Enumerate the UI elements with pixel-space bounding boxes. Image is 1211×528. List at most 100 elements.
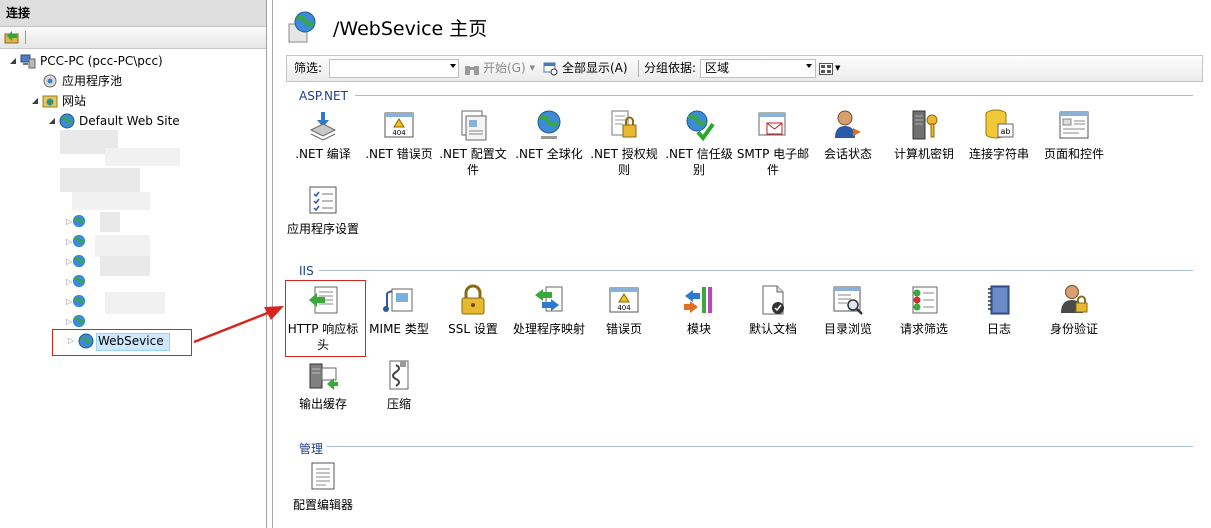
globe-icon [73, 214, 86, 227]
feature-smtp-email[interactable]: SMTP 电子邮件 [735, 108, 811, 178]
filter-dropdown-icon[interactable] [450, 64, 456, 68]
machine-key-icon [912, 110, 938, 140]
feature-net-trust-levels[interactable]: .NET 信任级别 [661, 108, 737, 178]
view-dropdown-icon[interactable]: ▼ [835, 56, 840, 81]
group-by-dropdown-icon[interactable] [806, 64, 812, 68]
feature-directory-browsing[interactable]: 目录浏览 [810, 283, 886, 337]
feature-net-profile[interactable]: .NET 配置文件 [435, 108, 511, 178]
binoculars-icon [465, 65, 479, 75]
feature-net-globalization[interactable]: .NET 全球化 [511, 108, 587, 162]
tree-node-app-pools[interactable]: 应用程序池 [42, 71, 122, 91]
feature-logging[interactable]: 日志 [961, 283, 1037, 337]
feature-connection-strings[interactable]: ab 连接字符串 [961, 108, 1037, 162]
go-button[interactable]: 开始(G) ▼ [464, 56, 535, 81]
output-caching-icon [309, 363, 338, 390]
group-title-aspnet: ASP.NET [299, 89, 348, 103]
tree-node-server[interactable]: ◢ PCC-PC (pcc-PC\pcc) [8, 51, 163, 71]
app-pool-icon [43, 74, 57, 88]
feature-error-pages[interactable]: 404 错误页 [586, 283, 662, 337]
svg-text:ab: ab [1001, 127, 1011, 136]
obscured-area [100, 212, 120, 232]
modules-icon [684, 287, 712, 313]
go-dropdown-icon[interactable]: ▼ [530, 56, 535, 81]
obscured-area [100, 256, 150, 276]
feature-net-authorization[interactable]: .NET 授权规则 [586, 108, 662, 178]
configuration-editor-icon [311, 462, 335, 490]
obscured-area [105, 292, 165, 314]
feature-app-settings[interactable]: 应用程序设置 [285, 183, 361, 237]
pages-controls-icon [1059, 111, 1089, 139]
feature-net-compilation[interactable]: .NET 编译 [285, 108, 361, 162]
sites-folder-icon [42, 95, 58, 108]
show-all-label: 全部显示(A) [562, 61, 628, 75]
filter-input[interactable] [329, 59, 459, 78]
feature-pages-controls[interactable]: 页面和控件 [1036, 108, 1112, 162]
filter-label: 筛选: [294, 61, 323, 75]
obscured-node[interactable]: ▷ [66, 313, 86, 328]
group-divider [319, 270, 1193, 271]
show-all-button[interactable]: 全部显示(A) [543, 56, 628, 81]
default-document-icon [762, 285, 784, 315]
expand-arrow-icon[interactable]: ◢ [8, 51, 18, 71]
connect-icon[interactable] [4, 30, 20, 47]
group-divider [327, 446, 1193, 447]
globe-icon [59, 113, 75, 129]
session-state-icon [835, 110, 861, 138]
feature-compression[interactable]: 压缩 [361, 358, 437, 412]
feature-handler-mappings[interactable]: 处理程序映射 [511, 283, 587, 337]
group-title-management: 管理 [299, 442, 324, 456]
obscured-area [60, 168, 140, 192]
expand-arrow-icon[interactable]: ◢ [47, 111, 57, 131]
filter-bar: 筛选: 开始(G) ▼ 全部显示(A) 分组依据: 区域 ▼ [286, 55, 1203, 82]
tree-label-default-site: Default Web Site [79, 114, 180, 128]
filter-separator [638, 60, 639, 77]
net-compilation-icon [309, 112, 337, 141]
feature-machine-key[interactable]: 计算机密钥 [886, 108, 962, 162]
globe-icon [73, 234, 86, 247]
feature-configuration-editor[interactable]: 配置编辑器 [285, 459, 361, 513]
group-by-label: 分组依据: [644, 61, 697, 75]
group-by-value: 区域 [705, 61, 730, 75]
obscured-node[interactable]: ▷ [66, 253, 86, 268]
feature-ssl-settings[interactable]: SSL 设置 [435, 283, 511, 337]
connections-pane: 连接 ◢ PCC-PC (pcc-PC\pcc) 应用程序池 ◢ 网站 ◢ De… [0, 0, 267, 528]
show-all-icon [543, 62, 558, 75]
feature-mime-types[interactable]: MIME 类型 [361, 283, 437, 337]
app-settings-icon [309, 186, 337, 214]
feature-request-filtering[interactable]: 请求筛选 [886, 283, 962, 337]
obscured-node[interactable]: ▷ [66, 213, 86, 228]
annotation-box-websevice [52, 329, 192, 356]
view-toggle-button[interactable]: ▼ [819, 56, 840, 81]
expand-arrow-icon[interactable]: ◢ [30, 91, 40, 111]
feature-authentication[interactable]: 身份验证 [1036, 283, 1112, 337]
tree-node-sites[interactable]: ◢ 网站 [30, 91, 86, 111]
obscured-node[interactable]: ▷ [66, 233, 86, 248]
globe-icon [73, 314, 86, 327]
globe-icon [537, 110, 561, 139]
lock-icon [461, 284, 485, 315]
tree-node-default-site[interactable]: ◢ Default Web Site [47, 111, 180, 131]
error-page-icon: 404 [609, 287, 639, 313]
obscured-node[interactable]: ▷ [66, 293, 86, 308]
trust-level-icon [686, 110, 715, 142]
page-header: /WebSevice 主页 [287, 10, 487, 44]
globe-icon [73, 294, 86, 307]
toolbar-separator [25, 31, 26, 44]
feature-modules[interactable]: 模块 [661, 283, 737, 337]
group-by-select[interactable]: 区域 [700, 59, 816, 78]
obscured-area [95, 235, 150, 257]
feature-session-state[interactable]: 会话状态 [810, 108, 886, 162]
features-pane: /WebSevice 主页 筛选: 开始(G) ▼ 全部显示(A) 分组依据: … [272, 0, 1211, 528]
handler-mappings-icon [535, 286, 563, 312]
obscured-node[interactable]: ▷ [66, 273, 86, 288]
group-title-iis: IIS [299, 264, 314, 278]
tree-label-app-pools: 应用程序池 [62, 74, 123, 88]
globe-icon [73, 274, 86, 287]
tree-label-sites: 网站 [62, 94, 87, 108]
page-title: /WebSevice 主页 [333, 17, 488, 40]
feature-default-document[interactable]: 默认文档 [735, 283, 811, 337]
directory-browsing-icon [833, 286, 863, 315]
feature-net-error-pages[interactable]: 404 .NET 错误页 [361, 108, 437, 162]
feature-output-caching[interactable]: 输出缓存 [285, 358, 361, 412]
connection-string-icon: ab [985, 109, 1014, 139]
